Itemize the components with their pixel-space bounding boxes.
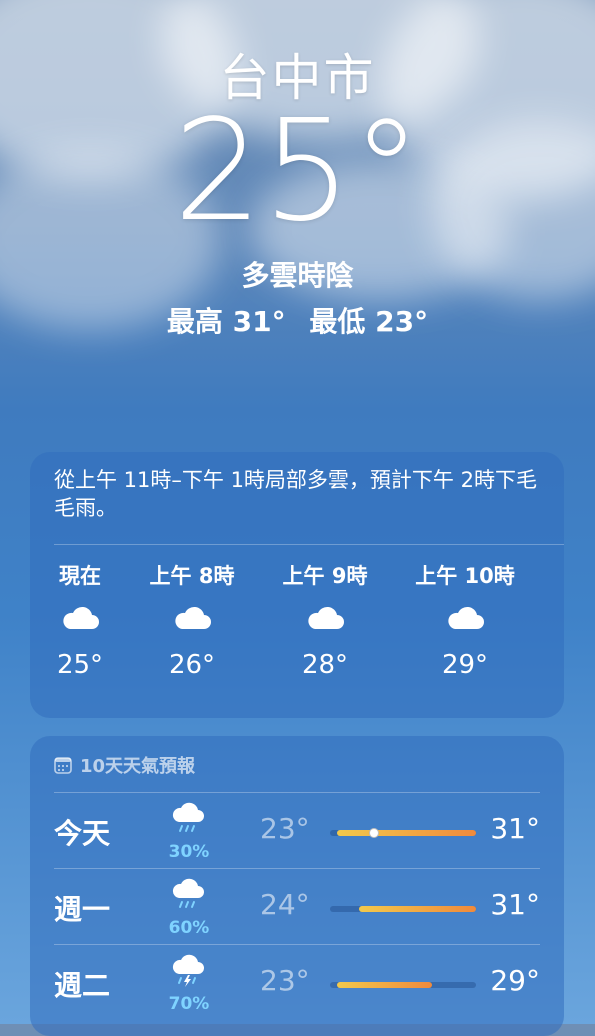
cloud-bolt-rain-icon bbox=[172, 954, 204, 987]
temperature-range-bar bbox=[330, 982, 476, 988]
precip-probability: 60% bbox=[168, 918, 210, 938]
hour-temperature: 25° bbox=[56, 650, 104, 680]
high-low-temperature: 最高 31° 最低 23° bbox=[0, 300, 595, 340]
day-label: 今天 bbox=[54, 817, 111, 850]
hour-label: 上午 10時 bbox=[415, 564, 515, 588]
low-temperature: 23° bbox=[260, 812, 310, 845]
hourly-divider bbox=[54, 544, 564, 545]
hourly-forecast-card[interactable]: 從上午 11時–下午 1時局部多雲，預計下午 2時下毛毛雨。 現在 25° 上午… bbox=[30, 452, 564, 718]
temperature-range-bar bbox=[330, 906, 476, 912]
calendar-icon bbox=[54, 757, 72, 774]
current-temperature-marker bbox=[368, 828, 379, 838]
hour-label: 上午 8時 bbox=[149, 564, 235, 588]
day-label: 週一 bbox=[54, 893, 111, 926]
hour-temperature: 29° bbox=[441, 650, 489, 680]
cloud-icon bbox=[142, 590, 242, 646]
low-temperature: 24° bbox=[260, 888, 310, 921]
current-temperature: 25° bbox=[173, 90, 422, 253]
precip-probability: 70% bbox=[168, 994, 210, 1014]
weather-condition: 多雲時陰 bbox=[241, 259, 354, 292]
cloud-icon bbox=[415, 590, 515, 646]
high-temperature: 31° bbox=[490, 888, 540, 921]
daily-row[interactable]: 週二 70% 23° 29° bbox=[30, 944, 564, 1020]
cloud-rain-icon bbox=[172, 878, 204, 908]
high-temperature: 最高 31° bbox=[166, 305, 286, 338]
temperature-range-fill bbox=[359, 906, 476, 912]
cloud-rain-icon bbox=[172, 802, 204, 832]
high-temperature: 31° bbox=[490, 812, 540, 845]
temperature-range-fill bbox=[337, 982, 433, 988]
day-label: 週二 bbox=[54, 969, 111, 1002]
low-temperature: 最低 23° bbox=[309, 305, 429, 338]
daily-forecast-title: 10天天氣預報 bbox=[80, 756, 196, 777]
daily-row[interactable]: 今天 30% 23° 31° bbox=[30, 792, 564, 868]
hourly-item: 上午 10時 29° bbox=[415, 560, 515, 680]
hour-temperature: 28° bbox=[301, 650, 349, 680]
low-temperature: 23° bbox=[260, 964, 310, 997]
precip-probability: 30% bbox=[168, 842, 210, 862]
cloud-icon bbox=[275, 590, 375, 646]
hour-label: 上午 9時 bbox=[282, 564, 368, 588]
temperature-range-fill bbox=[337, 830, 476, 836]
hour-label: 現在 bbox=[59, 564, 101, 588]
hourly-summary: 從上午 11時–下午 1時局部多雲，預計下午 2時下毛毛雨。 bbox=[54, 468, 537, 520]
high-temperature: 29° bbox=[490, 964, 540, 997]
temperature-range-bar bbox=[330, 828, 476, 838]
daily-row[interactable]: 週一 60% 24° 31° bbox=[30, 868, 564, 944]
daily-forecast-card[interactable]: 10天天氣預報 今天 30% 23° 31° 週一 60% 24° 31° 週二 bbox=[30, 736, 564, 1036]
hourly-item: 現在 25° bbox=[30, 560, 130, 680]
daily-forecast-header: 10天天氣預報 bbox=[54, 752, 195, 778]
hourly-item: 上午 8時 26° bbox=[142, 560, 242, 680]
hourly-item: 上午 9時 28° bbox=[275, 560, 375, 680]
hour-temperature: 26° bbox=[168, 650, 216, 680]
cloud-icon bbox=[30, 590, 130, 646]
